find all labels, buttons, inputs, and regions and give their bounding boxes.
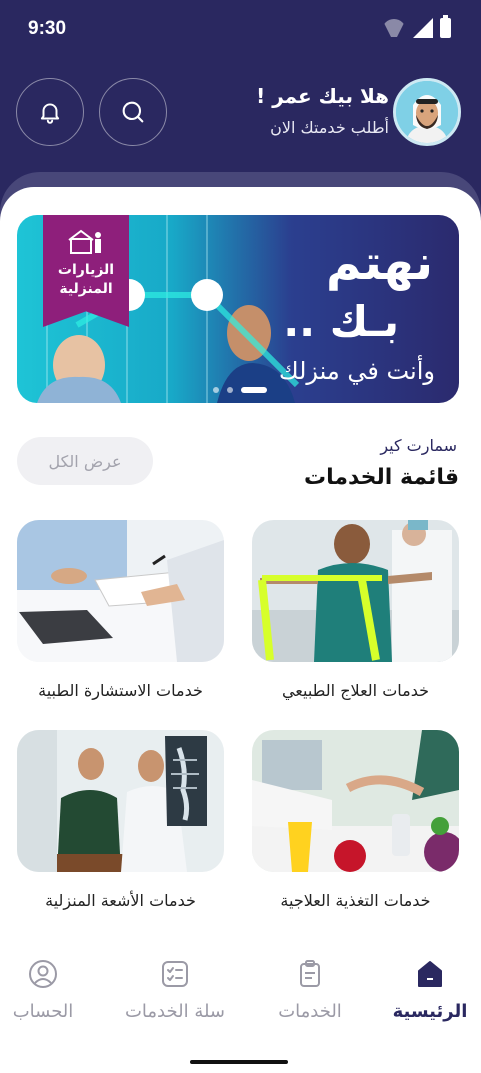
search-button[interactable] bbox=[99, 78, 167, 146]
service-card-nutrition[interactable]: خدمات التغذية العلاجية bbox=[252, 730, 459, 910]
wifi-icon bbox=[382, 19, 406, 37]
tab-services[interactable]: الخدمات bbox=[255, 959, 365, 1022]
greeting-block: هلا بيك عمر ! أطلب خدمتك الان bbox=[256, 84, 389, 137]
service-label: خدمات العلاج الطبيعي bbox=[281, 681, 430, 700]
banner-headline-1: نهتم bbox=[326, 235, 433, 291]
avatar-illustration bbox=[396, 81, 458, 143]
banner-headline-3: وأنت في منزلك bbox=[278, 357, 435, 385]
service-label: خدمات الاستشارة الطبية bbox=[38, 681, 203, 700]
service-card-physiotherapy[interactable]: خدمات العلاج الطبيعي bbox=[252, 520, 459, 700]
tab-account[interactable]: الحساب bbox=[0, 959, 98, 1022]
nutrition-photo bbox=[252, 730, 459, 872]
notifications-button[interactable] bbox=[16, 78, 84, 146]
signal-icon bbox=[413, 18, 433, 38]
tab-label: سلة الخدمات bbox=[124, 1001, 226, 1022]
tab-home[interactable]: الرئيسية bbox=[375, 959, 481, 1022]
xray-photo bbox=[17, 730, 224, 872]
consultation-photo bbox=[17, 520, 224, 662]
carousel-dot-active[interactable] bbox=[241, 387, 267, 393]
tab-label: الحساب bbox=[12, 1001, 74, 1022]
bottom-tab-bar: الرئيسية الخدمات سلة الخدمات الحساب bbox=[0, 945, 481, 1073]
home-indicator[interactable] bbox=[190, 1060, 288, 1064]
ribbon-label: الزيارات المنزلية bbox=[57, 262, 115, 297]
greeting-title: هلا بيك عمر ! bbox=[256, 84, 389, 108]
tab-cart[interactable]: سلة الخدمات bbox=[120, 959, 230, 1022]
battery-icon bbox=[440, 15, 451, 38]
service-label: خدمات التغذية العلاجية bbox=[280, 891, 431, 910]
clipboard-icon bbox=[300, 960, 320, 987]
home-visits-ribbon: الزيارات المنزلية bbox=[43, 215, 129, 327]
tab-label: الخدمات bbox=[278, 1001, 342, 1022]
promo-banner[interactable]: الزيارات المنزلية نهتم بـك .. وأنت في من… bbox=[17, 215, 459, 403]
banner-headline-2: بـك .. bbox=[283, 297, 399, 346]
user-icon bbox=[29, 960, 57, 988]
status-icons bbox=[382, 15, 451, 38]
service-card-xray[interactable]: خدمات الأشعة المنزلية bbox=[17, 730, 224, 910]
search-icon bbox=[122, 101, 144, 123]
home-icon bbox=[418, 961, 442, 987]
avatar[interactable] bbox=[393, 78, 461, 146]
greeting-subtitle: أطلب خدمتك الان bbox=[270, 118, 389, 137]
section-title: قائمة الخدمات bbox=[303, 465, 459, 490]
xray-illustration bbox=[17, 730, 224, 872]
checklist-icon bbox=[162, 961, 188, 987]
carousel-dot[interactable] bbox=[227, 387, 233, 393]
status-time: 9:30 bbox=[28, 18, 67, 39]
carousel-dot[interactable] bbox=[213, 387, 219, 393]
physiotherapy-photo bbox=[252, 520, 459, 662]
carousel-dots[interactable] bbox=[213, 387, 267, 393]
tab-label: الرئيسية bbox=[392, 1001, 468, 1022]
nutrition-illustration bbox=[252, 730, 459, 872]
home-visit-icon bbox=[68, 229, 101, 254]
view-all-button[interactable]: عرض الكل bbox=[17, 437, 153, 485]
service-label: خدمات الأشعة المنزلية bbox=[45, 891, 196, 910]
consultation-illustration bbox=[17, 520, 224, 662]
bell-icon bbox=[40, 103, 60, 124]
physiotherapy-illustration bbox=[252, 520, 459, 662]
service-card-consultation[interactable]: خدمات الاستشارة الطبية bbox=[17, 520, 224, 700]
section-subtitle: سمارت كير bbox=[380, 436, 457, 455]
